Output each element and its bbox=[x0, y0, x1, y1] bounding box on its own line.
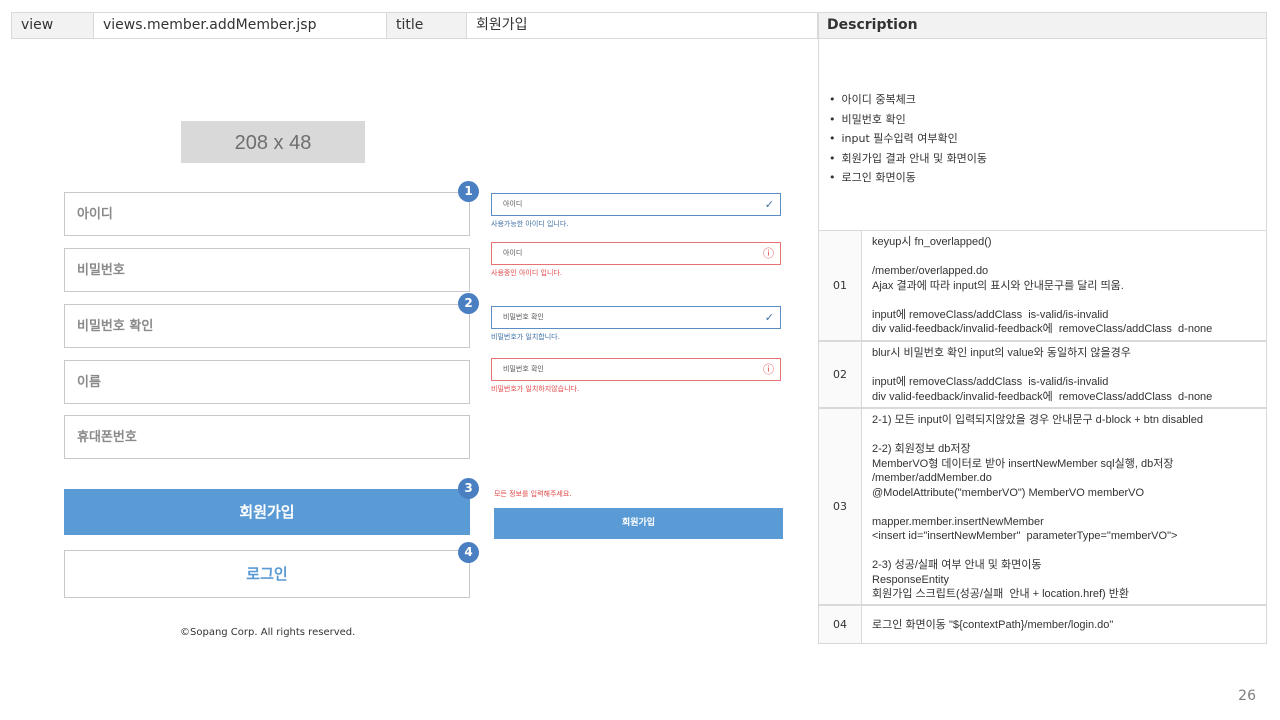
error-circle-icon: ⓘ bbox=[763, 247, 774, 260]
row-text: 2-1) 모든 input이 입력되지않았을 경우 안내문구 d-block +… bbox=[872, 414, 1203, 600]
logo-placeholder: 208 x 48 bbox=[181, 121, 365, 163]
id-invalid-feedback: 사용중인 아이디 입니다. bbox=[491, 269, 563, 277]
error-circle-icon: ⓘ bbox=[763, 363, 774, 376]
id-valid-value: 아이디 bbox=[503, 200, 523, 208]
row-text: keyup시 fn_overlapped() /member/overlappe… bbox=[872, 236, 1213, 335]
description-row-01: 01 keyup시 fn_overlapped() /member/overla… bbox=[818, 230, 1267, 341]
description-row-03: 03 2-1) 모든 input이 입력되지않았을 경우 안내문구 d-bloc… bbox=[818, 408, 1267, 605]
password-invalid-feedback: 비밀번호가 일치하지않습니다. bbox=[491, 385, 580, 393]
description-bullet: 아이디 중복체크 bbox=[829, 90, 1266, 110]
password-valid-feedback: 비밀번호가 일치합니다. bbox=[491, 333, 560, 341]
row-text: 로그인 화면이동 "${contextPath}/member/login.do… bbox=[872, 619, 1114, 631]
required-all-message: 모든 정보를 입력해주세요. bbox=[494, 490, 572, 498]
title-value: 회원가입 bbox=[466, 12, 818, 39]
password-confirm-field[interactable]: 비밀번호 확인 bbox=[64, 304, 470, 348]
check-icon: ✓ bbox=[764, 198, 774, 211]
row-number: 04 bbox=[819, 606, 862, 643]
description-header: Description bbox=[818, 12, 1267, 39]
view-value: views.member.addMember.jsp bbox=[93, 12, 386, 39]
header-table: view views.member.addMember.jsp title 회원… bbox=[11, 12, 818, 39]
password-invalid-input[interactable]: 비밀번호 확인 ⓘ bbox=[491, 358, 781, 381]
password-valid-value: 비밀번호 확인 bbox=[503, 313, 544, 321]
id-valid-feedback: 사용가능한 아이디 입니다. bbox=[491, 220, 569, 228]
badge-3: 3 bbox=[458, 478, 479, 499]
page-number: 26 bbox=[1238, 688, 1256, 704]
join-button-disabled-sample[interactable]: 회원가입 bbox=[494, 508, 783, 539]
phone-field[interactable]: 휴대폰번호 bbox=[64, 415, 470, 459]
password-invalid-value: 비밀번호 확인 bbox=[503, 365, 544, 373]
row-number: 03 bbox=[819, 409, 862, 604]
row-number: 01 bbox=[819, 231, 862, 340]
description-bullet: 로그인 화면이동 bbox=[829, 168, 1266, 188]
id-field[interactable]: 아이디 bbox=[64, 192, 470, 236]
name-field[interactable]: 이름 bbox=[64, 360, 470, 404]
description-summary: 아이디 중복체크 비밀번호 확인 input 필수입력 여부확인 회원가입 결과… bbox=[818, 39, 1267, 230]
copyright: ©Sopang Corp. All rights reserved. bbox=[180, 627, 356, 638]
description-bullet: 비밀번호 확인 bbox=[829, 110, 1266, 130]
row-text: blur시 비밀번호 확인 input의 value와 동일하지 않을경우 in… bbox=[872, 347, 1213, 403]
check-icon: ✓ bbox=[764, 311, 774, 324]
id-invalid-input[interactable]: 아이디 ⓘ bbox=[491, 242, 781, 265]
row-number: 02 bbox=[819, 342, 862, 407]
join-button[interactable]: 회원가입 bbox=[64, 489, 470, 535]
badge-2: 2 bbox=[458, 293, 479, 314]
description-row-02: 02 blur시 비밀번호 확인 input의 value와 동일하지 않을경우… bbox=[818, 341, 1267, 408]
description-row-04: 04 로그인 화면이동 "${contextPath}/member/login… bbox=[818, 605, 1267, 644]
id-invalid-value: 아이디 bbox=[503, 249, 523, 257]
title-label: title bbox=[386, 12, 466, 39]
badge-4: 4 bbox=[458, 542, 479, 563]
description-bullet: input 필수입력 여부확인 bbox=[829, 129, 1266, 149]
id-valid-input[interactable]: 아이디 ✓ bbox=[491, 193, 781, 216]
password-valid-input[interactable]: 비밀번호 확인 ✓ bbox=[491, 306, 781, 329]
password-field[interactable]: 비밀번호 bbox=[64, 248, 470, 292]
view-label: view bbox=[11, 12, 93, 39]
badge-1: 1 bbox=[458, 181, 479, 202]
description-bullet: 회원가입 결과 안내 및 화면이동 bbox=[829, 149, 1266, 169]
login-button[interactable]: 로그인 bbox=[64, 550, 470, 598]
